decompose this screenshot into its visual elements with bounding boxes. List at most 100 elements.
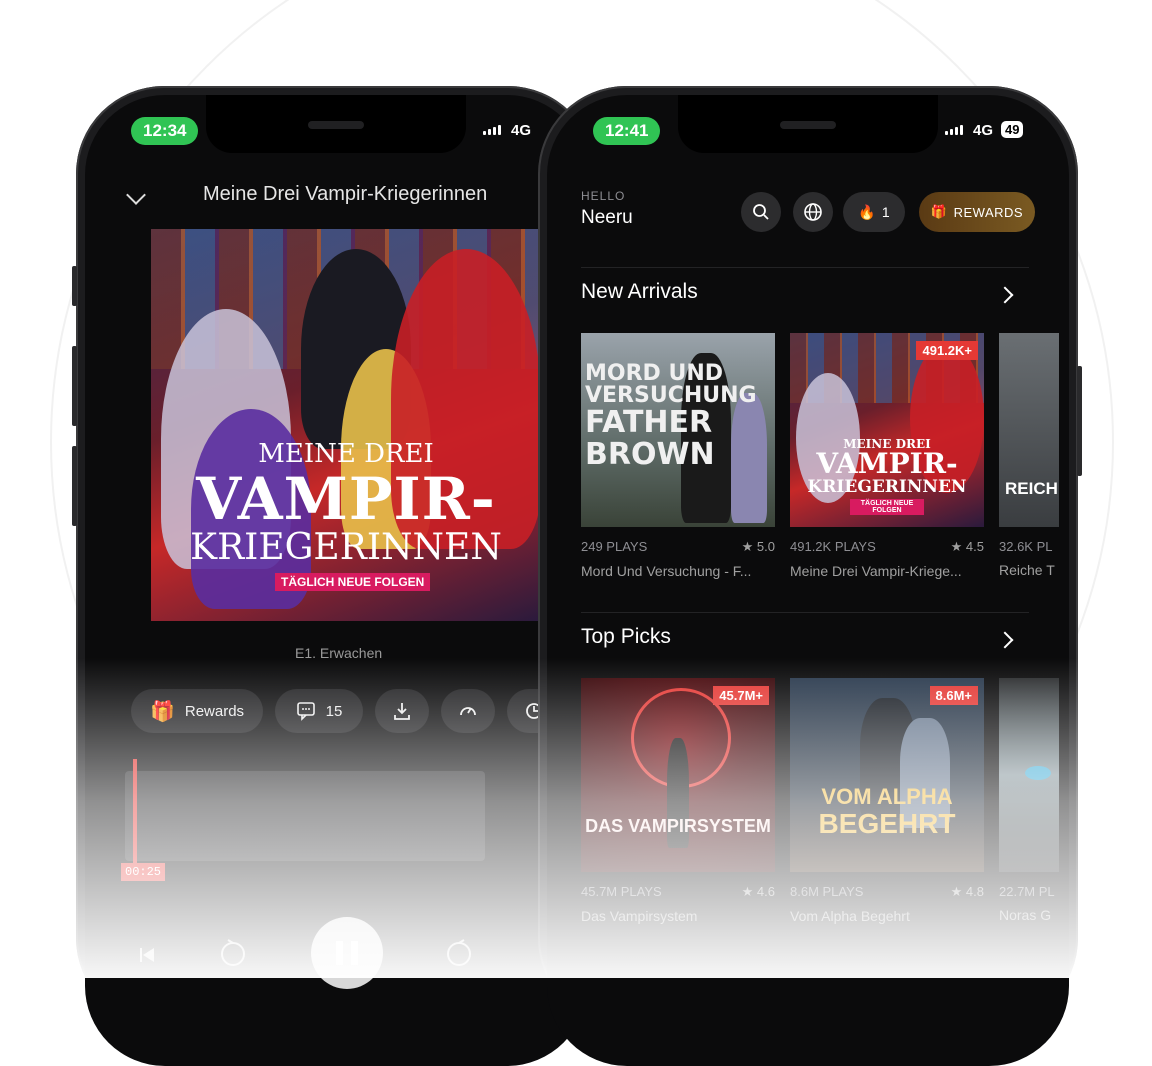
content-card[interactable]: 22.7M PL Noras G [999, 678, 1059, 923]
card-art: MORD UND VERSUCHUNG FATHER BROWN [581, 333, 775, 527]
card-name: Vom Alpha Begehrt [790, 908, 910, 924]
card-plays: 249 PLAYS [581, 539, 648, 554]
playhead[interactable] [133, 759, 137, 865]
divider [581, 612, 1029, 613]
comments-count: 15 [325, 702, 343, 720]
star-icon: ★ [950, 884, 963, 899]
chevron-right-icon[interactable] [996, 631, 1014, 649]
skip-previous-icon[interactable] [137, 945, 157, 965]
chevron-down-icon[interactable] [126, 185, 146, 205]
signal-icon [945, 125, 963, 135]
signal-icon [483, 125, 501, 135]
playback-timestamp: 00:25 [121, 863, 166, 881]
card-art-line: TÄGLICH NEUE FOLGEN [850, 499, 924, 515]
streak-count: 1 [881, 204, 890, 220]
rewards-label: REWARDS [953, 204, 1024, 220]
card-art-line: KRIEGERINNEN [807, 477, 967, 497]
network-label: 4G [511, 122, 532, 139]
rewards-label: Rewards [184, 702, 245, 720]
rewards-button[interactable]: 🎁 Rewards [131, 689, 263, 733]
card-name: Reiche T [999, 562, 1055, 578]
card-art-line: VAMPIR- [816, 447, 958, 480]
speed-button[interactable] [441, 689, 495, 733]
status-time: 12:34 [131, 117, 199, 145]
card-plays: 45.7M PLAYS [581, 884, 662, 899]
globe-icon [804, 203, 822, 221]
fire-icon: 🔥 [858, 203, 876, 220]
star-icon: ★ [950, 539, 963, 554]
episode-label: E1. Erwachen [295, 645, 383, 661]
search-icon [753, 204, 769, 220]
rewards-button[interactable]: 🎁 REWARDS [919, 192, 1035, 232]
section-title-top-picks: Top Picks [581, 625, 671, 648]
card-art-line: BROWN [585, 437, 715, 472]
card-art-line: VERSUCHUNG [585, 383, 757, 408]
left-phone: 12:34 4G Meine Drei Vampir-Kriegerinnen … [72, 86, 596, 1066]
card-plays: 32.6K PL [999, 539, 1053, 554]
home-screen: 12:41 4G 49 HELLO Neeru 🔥 1 🎁 REWARDS Ne… [547, 95, 1069, 1066]
card-art: 8.6M+ VOM ALPHA BEGEHRT [790, 678, 984, 872]
card-plays: 8.6M PLAYS [790, 884, 864, 899]
card-name: Das Vampirsystem [581, 908, 698, 924]
streak-button[interactable]: 🔥 1 [843, 192, 905, 232]
status-time: 12:41 [593, 117, 661, 145]
card-plays: 491.2K PLAYS [790, 539, 876, 554]
language-button[interactable] [793, 192, 833, 232]
card-art-line: VOM ALPHA [821, 784, 953, 809]
card-rating: 5.0 [756, 539, 775, 554]
card-name: Mord Und Versuchung - F... [581, 563, 752, 579]
plays-badge: 45.7M+ [713, 686, 769, 705]
greeting-label: HELLO [581, 189, 626, 203]
star-icon: ★ [741, 539, 754, 554]
card-name: Meine Drei Vampir-Kriege... [790, 563, 962, 579]
divider [581, 267, 1029, 268]
comments-button[interactable]: 15 [275, 689, 363, 733]
star-icon: ★ [741, 884, 754, 899]
now-playing-screen: 12:34 4G Meine Drei Vampir-Kriegerinnen … [85, 95, 587, 1066]
section-title-new-arrivals: New Arrivals [581, 280, 698, 303]
card-rating: 4.6 [756, 884, 775, 899]
plays-badge: 491.2K+ [916, 341, 978, 360]
network-label: 4G [973, 122, 994, 139]
comment-icon [296, 702, 315, 721]
speed-icon [460, 707, 476, 716]
card-art-line: MORD UND [585, 361, 723, 386]
card-art: 491.2K+ MEINE DREI VAMPIR- KRIEGERINNEN … [790, 333, 984, 527]
content-card[interactable]: MORD UND VERSUCHUNG FATHER BROWN 249 PLA… [581, 333, 775, 579]
content-card[interactable]: 8.6M+ VOM ALPHA BEGEHRT 8.6M PLAYS ★ 4.8 … [790, 678, 984, 924]
card-art-line: FATHER [585, 405, 713, 440]
pause-button[interactable] [311, 917, 383, 989]
gift-icon: 🎁 [149, 700, 175, 723]
episode-title: Meine Drei Vampir-Kriegerinnen [203, 183, 488, 205]
rewind-10-icon[interactable] [217, 937, 249, 969]
plays-badge: 8.6M+ [929, 686, 978, 705]
gift-icon: 🎁 [930, 204, 948, 219]
forward-10-icon[interactable] [443, 937, 475, 969]
content-card[interactable]: 491.2K+ MEINE DREI VAMPIR- KRIEGERINNEN … [790, 333, 984, 579]
username: Neeru [581, 207, 633, 228]
card-art: REICH [999, 333, 1059, 527]
content-card[interactable]: REICH 32.6K PL Reiche T [999, 333, 1059, 578]
chevron-right-icon[interactable] [996, 286, 1014, 304]
download-icon [394, 703, 410, 720]
card-art-line: REICH [1005, 479, 1058, 498]
content-card[interactable]: 45.7M+ DAS VAMPIRSYSTEM 45.7M PLAYS ★ 4.6… [581, 678, 775, 924]
battery-indicator: 49 [1001, 121, 1024, 138]
right-phone: 12:41 4G 49 HELLO Neeru 🔥 1 🎁 REWARDS Ne… [538, 86, 1082, 1066]
card-art [999, 678, 1059, 872]
search-button[interactable] [741, 192, 781, 232]
card-rating: 4.5 [965, 539, 984, 554]
download-button[interactable] [375, 689, 429, 733]
card-plays: 22.7M PL [999, 884, 1055, 899]
card-rating: 4.8 [965, 884, 984, 899]
waveform[interactable] [125, 771, 485, 861]
cover-art: MEINE DREI VAMPIR- KRIEGERINNEN TÄGLICH … [151, 229, 541, 621]
cover-title-line3: KRIEGERINNEN [190, 527, 502, 568]
pause-icon [336, 941, 358, 965]
cover-title-line2: VAMPIR- [196, 465, 496, 533]
cover-tag: TÄGLICH NEUE FOLGEN [275, 573, 431, 591]
card-art-line: BEGEHRT [818, 808, 956, 839]
card-art: 45.7M+ DAS VAMPIRSYSTEM [581, 678, 775, 872]
card-art-line: DAS VAMPIRSYSTEM [585, 816, 771, 836]
card-name: Noras G [999, 907, 1052, 923]
